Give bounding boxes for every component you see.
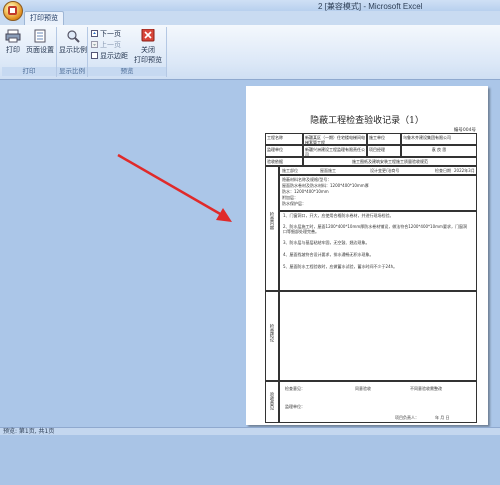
content-line: 附加层： bbox=[282, 195, 298, 200]
materials-cell: 隐蔽材料名称及规格/型号： 屋面防水卷材及防水材料：1200*400*10mm厚… bbox=[279, 175, 477, 211]
project-manager-label: 项目经理 bbox=[367, 145, 401, 157]
content-line: 屋面防水卷材及防水材料：1200*400*10mm厚 bbox=[282, 183, 369, 188]
content-line: 防水保护层： bbox=[282, 201, 306, 206]
design-label: 设计变更/洽商号 bbox=[370, 168, 400, 173]
preview-page[interactable]: 隐蔽工程检查验收记录（1） 编号004号 工程名称 新疆某区（一期）住宅楼电梯间… bbox=[246, 86, 488, 425]
check-result-cell bbox=[279, 291, 477, 381]
check-date-label: 检查日期 bbox=[435, 168, 451, 173]
conclusion-label: 检查意见： bbox=[285, 386, 305, 391]
part-row: 施工部位 屋面施工 设计变更/洽商号 检查日期 2022年3月 bbox=[279, 166, 477, 175]
construction-label: 施工单位 bbox=[367, 133, 401, 145]
basis-label: 验收依据 bbox=[265, 157, 303, 166]
construction-value: 乌鲁木齐建设集团有限公司 bbox=[401, 133, 477, 145]
result-line: 5、屋面防水工程验收时，应做蓄水试验，蓄水时间不少于24h。 bbox=[283, 264, 398, 269]
content-line: 防水：1200*400*10mm bbox=[282, 189, 329, 194]
signature-label: 项目负责人： bbox=[395, 415, 419, 420]
basis-value: 施工图纸及建筑安装工程施工质量验收规范 bbox=[303, 157, 477, 166]
date-label: 年 月 日 bbox=[435, 415, 450, 420]
result-line: 4、屋面找坡符合设计要求，排水通畅无积水现象。 bbox=[283, 252, 374, 257]
agree-label: 同意验收 bbox=[355, 386, 371, 391]
acceptance-label: 验收意见 bbox=[269, 392, 274, 410]
acceptance-side: 验收意见 bbox=[265, 381, 279, 423]
check-content-label: 检查内容 bbox=[269, 212, 274, 230]
check-items-cell: 1、门窗洞口，开大，应使用合格防水卷材，并进行现场检验。 2、防水层施工时，屋面… bbox=[279, 211, 477, 291]
project-name-value: 新疆某区（一期）住宅楼电梯间电梯套管工程 bbox=[303, 133, 367, 145]
part-value: 屋面施工 bbox=[320, 168, 336, 173]
check-result-side: 检查结论 bbox=[265, 291, 279, 381]
check-result-label: 检查结论 bbox=[269, 324, 274, 342]
check-date-value: 2022年3月 bbox=[454, 168, 475, 173]
part-label: 施工部位 bbox=[282, 168, 298, 173]
check-content-side: 检查内容 bbox=[265, 166, 279, 291]
project-manager-value: 袁 良 思 bbox=[401, 145, 477, 157]
result-line: 2、防水层施工时，屋面1200*400*10mm厚防水卷材铺设，做法符合1200… bbox=[283, 224, 467, 234]
office-logo-icon bbox=[8, 6, 17, 15]
supervisor-label: 监理单位 bbox=[265, 145, 303, 157]
document-title: 隐蔽工程检查验收记录（1） bbox=[310, 116, 424, 126]
project-name-label: 工程名称 bbox=[265, 133, 303, 145]
result-line: 1、门窗洞口，开大，应使用合格防水卷材，并进行现场检验。 bbox=[283, 213, 394, 218]
supervisor-value: 新疆兴洲建设工程监理有限责任公司 bbox=[303, 145, 367, 157]
result-line: 3、防水层与基层粘结牢固，无空鼓、翘边现象。 bbox=[283, 240, 370, 245]
not-agree-label: 不同意验收需整改 bbox=[410, 386, 442, 391]
content-line: 隐蔽材料名称及规格/型号： bbox=[282, 177, 332, 182]
acceptance-unit-label: 监理单位： bbox=[285, 404, 305, 409]
office-button[interactable] bbox=[3, 1, 23, 21]
